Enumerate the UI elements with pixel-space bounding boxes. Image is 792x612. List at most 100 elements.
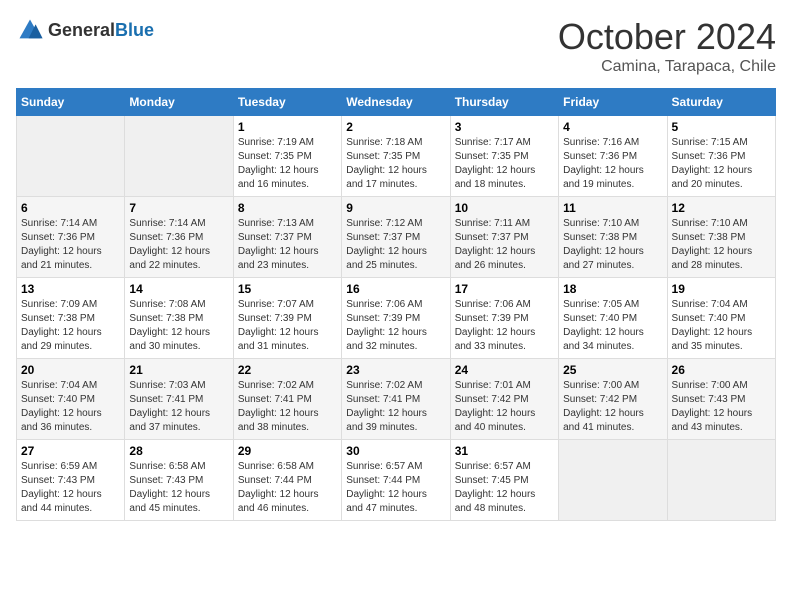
calendar-cell: 20 Sunrise: 7:04 AMSunset: 7:40 PMDayligh… [17,359,125,440]
day-number: 8 [238,201,337,215]
page-header: GeneralBlue October 2024 Camina, Tarapac… [16,16,776,76]
calendar-cell: 26Sunrise: 7:00 AMSunset: 7:43 PMDayligh… [667,359,775,440]
day-number: 17 [455,282,554,296]
day-number: 23 [346,363,445,377]
day-number: 11 [563,201,662,215]
day-number: 29 [238,444,337,458]
calendar-week-row: 20 Sunrise: 7:04 AMSunset: 7:40 PMDayligh… [17,359,776,440]
calendar-cell: 10Sunrise: 7:11 AMSunset: 7:37 PMDayligh… [450,197,558,278]
day-number: 27 [21,444,120,458]
day-number: 5 [672,120,771,134]
logo-blue: Blue [115,20,154,40]
calendar-cell: 7Sunrise: 7:14 AMSunset: 7:36 PMDaylight… [125,197,233,278]
calendar-cell: 14Sunrise: 7:08 AMSunset: 7:38 PMDayligh… [125,278,233,359]
calendar-cell: 5 Sunrise: 7:15 AMSunset: 7:36 PMDaylight… [667,116,775,197]
calendar-cell: 30Sunrise: 6:57 AMSunset: 7:44 PMDayligh… [342,440,450,521]
calendar-cell: 9 Sunrise: 7:12 AMSunset: 7:37 PMDaylight… [342,197,450,278]
calendar-cell: 1Sunrise: 7:19 AMSunset: 7:35 PMDaylight… [233,116,341,197]
calendar-cell: 12 Sunrise: 7:10 AMSunset: 7:38 PMDayligh… [667,197,775,278]
day-detail: Sunrise: 7:17 AMSunset: 7:35 PMDaylight:… [455,136,554,192]
calendar-cell: 23 Sunrise: 7:02 AMSunset: 7:41 PMDayligh… [342,359,450,440]
day-detail: Sunrise: 6:58 AMSunset: 7:44 PMDaylight:… [238,460,337,516]
logo-icon [16,16,44,44]
day-number: 28 [129,444,228,458]
day-detail: Sunrise: 7:19 AMSunset: 7:35 PMDaylight:… [238,136,337,192]
day-number: 16 [346,282,445,296]
weekday-header-row: SundayMondayTuesdayWednesdayThursdayFrid… [17,89,776,116]
calendar-week-row: 13 Sunrise: 7:09 AMSunset: 7:38 PMDayligh… [17,278,776,359]
day-detail: Sunrise: 7:01 AMSunset: 7:42 PMDaylight:… [455,379,554,435]
day-number: 14 [129,282,228,296]
day-detail: Sunrise: 7:00 AMSunset: 7:42 PMDaylight:… [563,379,662,435]
logo-text: GeneralBlue [48,20,154,41]
calendar-cell: 16Sunrise: 7:06 AMSunset: 7:39 PMDayligh… [342,278,450,359]
logo-general: General [48,20,115,40]
calendar-cell [559,440,667,521]
day-detail: Sunrise: 7:10 AMSunset: 7:38 PMDaylight:… [672,217,771,273]
day-detail: Sunrise: 6:57 AMSunset: 7:45 PMDaylight:… [455,460,554,516]
day-number: 13 [21,282,120,296]
weekday-header-thursday: Thursday [450,89,558,116]
day-detail: Sunrise: 6:58 AMSunset: 7:43 PMDaylight:… [129,460,228,516]
calendar-cell: 4 Sunrise: 7:16 AMSunset: 7:36 PMDaylight… [559,116,667,197]
day-detail: Sunrise: 7:00 AMSunset: 7:43 PMDaylight:… [672,379,771,435]
day-detail: Sunrise: 7:04 AMSunset: 7:40 PMDaylight:… [21,379,120,435]
day-detail: Sunrise: 7:05 AMSunset: 7:40 PMDaylight:… [563,298,662,354]
day-detail: Sunrise: 7:02 AMSunset: 7:41 PMDaylight:… [346,379,445,435]
calendar-cell: 13 Sunrise: 7:09 AMSunset: 7:38 PMDayligh… [17,278,125,359]
day-number: 15 [238,282,337,296]
weekday-header-sunday: Sunday [17,89,125,116]
day-number: 25 [563,363,662,377]
calendar-week-row: 1Sunrise: 7:19 AMSunset: 7:35 PMDaylight… [17,116,776,197]
calendar-cell: 24 Sunrise: 7:01 AMSunset: 7:42 PMDayligh… [450,359,558,440]
calendar-cell: 27Sunrise: 6:59 AMSunset: 7:43 PMDayligh… [17,440,125,521]
calendar-cell: 17 Sunrise: 7:06 AMSunset: 7:39 PMDayligh… [450,278,558,359]
calendar-cell: 28 Sunrise: 6:58 AMSunset: 7:43 PMDayligh… [125,440,233,521]
weekday-header-saturday: Saturday [667,89,775,116]
day-detail: Sunrise: 7:12 AMSunset: 7:37 PMDaylight:… [346,217,445,273]
day-number: 21 [129,363,228,377]
day-detail: Sunrise: 7:06 AMSunset: 7:39 PMDaylight:… [455,298,554,354]
day-number: 31 [455,444,554,458]
day-number: 6 [21,201,120,215]
calendar-cell: 18 Sunrise: 7:05 AMSunset: 7:40 PMDayligh… [559,278,667,359]
calendar-cell: 29 Sunrise: 6:58 AMSunset: 7:44 PMDayligh… [233,440,341,521]
calendar-cell: 3 Sunrise: 7:17 AMSunset: 7:35 PMDaylight… [450,116,558,197]
weekday-header-tuesday: Tuesday [233,89,341,116]
calendar-cell: 25 Sunrise: 7:00 AMSunset: 7:42 PMDayligh… [559,359,667,440]
logo: GeneralBlue [16,16,154,44]
weekday-header-friday: Friday [559,89,667,116]
day-detail: Sunrise: 7:10 AMSunset: 7:38 PMDaylight:… [563,217,662,273]
weekday-header-wednesday: Wednesday [342,89,450,116]
calendar-cell [125,116,233,197]
calendar-cell: 21Sunrise: 7:03 AMSunset: 7:41 PMDayligh… [125,359,233,440]
day-detail: Sunrise: 7:04 AMSunset: 7:40 PMDaylight:… [672,298,771,354]
day-detail: Sunrise: 7:18 AMSunset: 7:35 PMDaylight:… [346,136,445,192]
day-detail: Sunrise: 7:14 AMSunset: 7:36 PMDaylight:… [129,217,228,273]
calendar-cell [667,440,775,521]
calendar-cell: 8 Sunrise: 7:13 AMSunset: 7:37 PMDaylight… [233,197,341,278]
day-detail: Sunrise: 7:13 AMSunset: 7:37 PMDaylight:… [238,217,337,273]
day-detail: Sunrise: 7:11 AMSunset: 7:37 PMDaylight:… [455,217,554,273]
day-detail: Sunrise: 7:15 AMSunset: 7:36 PMDaylight:… [672,136,771,192]
day-number: 24 [455,363,554,377]
day-detail: Sunrise: 7:09 AMSunset: 7:38 PMDaylight:… [21,298,120,354]
calendar-week-row: 6 Sunrise: 7:14 AMSunset: 7:36 PMDaylight… [17,197,776,278]
calendar-cell: 15Sunrise: 7:07 AMSunset: 7:39 PMDayligh… [233,278,341,359]
day-detail: Sunrise: 7:16 AMSunset: 7:36 PMDaylight:… [563,136,662,192]
day-number: 20 [21,363,120,377]
day-detail: Sunrise: 7:14 AMSunset: 7:36 PMDaylight:… [21,217,120,273]
location-title: Camina, Tarapaca, Chile [558,58,776,76]
day-number: 3 [455,120,554,134]
calendar-cell: 31 Sunrise: 6:57 AMSunset: 7:45 PMDayligh… [450,440,558,521]
day-number: 9 [346,201,445,215]
day-detail: Sunrise: 6:57 AMSunset: 7:44 PMDaylight:… [346,460,445,516]
day-number: 12 [672,201,771,215]
weekday-header-monday: Monday [125,89,233,116]
calendar-cell: 6 Sunrise: 7:14 AMSunset: 7:36 PMDaylight… [17,197,125,278]
title-block: October 2024 Camina, Tarapaca, Chile [558,16,776,76]
day-number: 18 [563,282,662,296]
month-title: October 2024 [558,16,776,58]
day-detail: Sunrise: 7:02 AMSunset: 7:41 PMDaylight:… [238,379,337,435]
day-number: 4 [563,120,662,134]
